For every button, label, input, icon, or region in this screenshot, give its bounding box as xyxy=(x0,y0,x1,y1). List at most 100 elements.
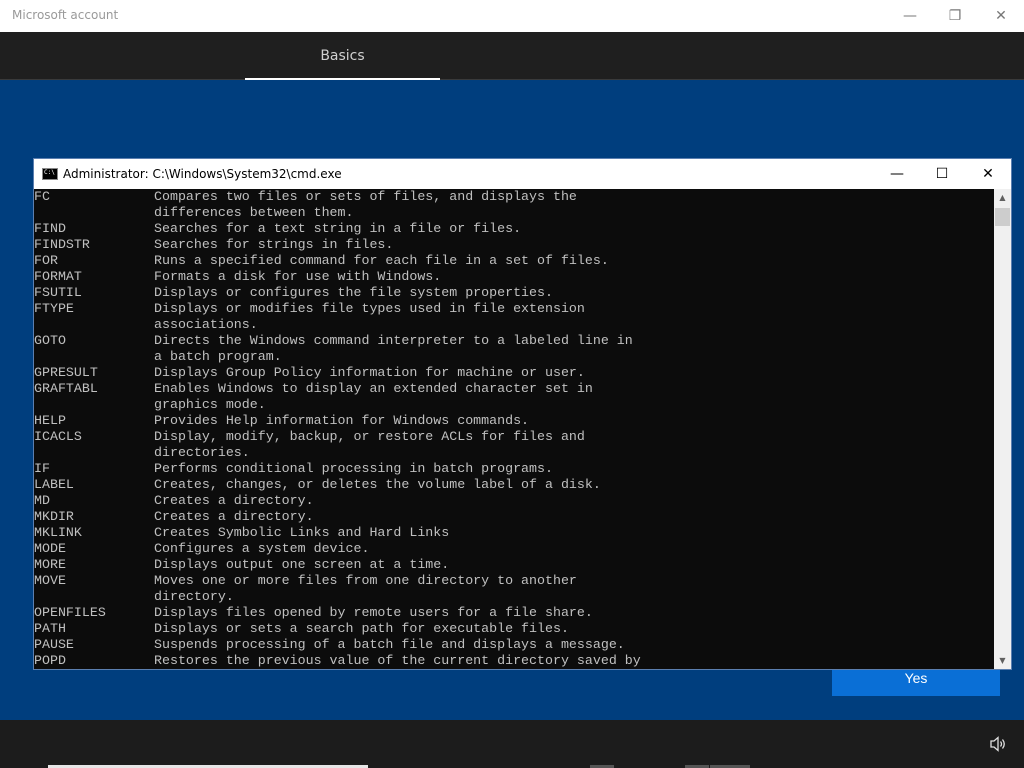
command-description: directories. xyxy=(154,445,250,460)
console-line: MODE Configures a system device. xyxy=(34,541,994,557)
console-line: directories. xyxy=(34,445,994,461)
command-description: Display, modify, backup, or restore ACLs… xyxy=(154,429,585,444)
scroll-thumb[interactable] xyxy=(995,208,1010,226)
command-description: Performs conditional processing in batch… xyxy=(154,461,553,476)
command-name: HELP xyxy=(34,413,66,428)
command-name: PATH xyxy=(34,621,66,636)
cmd-titlebar[interactable]: Administrator: C:\Windows\System32\cmd.e… xyxy=(34,159,1011,189)
tab-basics[interactable]: Basics xyxy=(245,32,440,80)
console-line: FOR Runs a specified command for each fil… xyxy=(34,253,994,269)
minimize-icon: — xyxy=(890,166,904,182)
console-line: GOTO Directs the Windows command interpre… xyxy=(34,333,994,349)
command-description: Restores the previous value of the curre… xyxy=(154,653,641,668)
vertical-scrollbar[interactable]: ▲ ▼ xyxy=(994,189,1011,669)
command-name: FINDSTR xyxy=(34,237,90,252)
command-name: MOVE xyxy=(34,573,66,588)
maximize-icon: ☐ xyxy=(935,166,949,182)
cmd-close-button[interactable]: ✕ xyxy=(965,159,1011,189)
command-name: MKLINK xyxy=(34,525,82,540)
command-description: Creates a directory. xyxy=(154,509,314,524)
command-description: Provides Help information for Windows co… xyxy=(154,413,530,428)
nav-bar: Basics xyxy=(0,32,1024,80)
command-description: a batch program. xyxy=(154,349,282,364)
console-line: MKDIR Creates a directory. xyxy=(34,509,994,525)
console-output[interactable]: FC Compares two files or sets of files, a… xyxy=(34,189,994,669)
console-line: IF Performs conditional processing in bat… xyxy=(34,461,994,477)
cmd-minimize-button[interactable]: — xyxy=(874,159,920,189)
close-button[interactable]: ✕ xyxy=(978,0,1024,32)
app-title: Microsoft account xyxy=(12,8,119,22)
console-line: ICACLS Display, modify, backup, or restor… xyxy=(34,429,994,445)
console-line: HELP Provides Help information for Window… xyxy=(34,413,994,429)
cmd-app-icon xyxy=(42,168,58,180)
console-line: graphics mode. xyxy=(34,397,994,413)
console-line: GRAFTABL Enables Windows to display an ex… xyxy=(34,381,994,397)
command-description: Displays files opened by remote users fo… xyxy=(154,605,593,620)
console-line: FIND Searches for a text string in a file… xyxy=(34,221,994,237)
command-name: MD xyxy=(34,493,50,508)
console-line: PAUSE Suspends processing of a batch file… xyxy=(34,637,994,653)
console-line: FSUTIL Displays or configures the file sy… xyxy=(34,285,994,301)
command-name: FTYPE xyxy=(34,301,74,316)
command-name: OPENFILES xyxy=(34,605,106,620)
restore-icon: ❐ xyxy=(948,8,962,24)
scroll-up-arrow-icon[interactable]: ▲ xyxy=(994,189,1011,206)
tab-active-indicator xyxy=(245,78,440,80)
command-description: Formats a disk for use with Windows. xyxy=(154,269,442,284)
command-description: Moves one or more files from one directo… xyxy=(154,573,577,588)
console-line: POPD Restores the previous value of the c… xyxy=(34,653,994,669)
command-name: FIND xyxy=(34,221,66,236)
command-name: GRAFTABL xyxy=(34,381,98,396)
command-description: Displays output one screen at a time. xyxy=(154,557,450,572)
command-description: Searches for strings in files. xyxy=(154,237,394,252)
command-description: associations. xyxy=(154,317,258,332)
close-icon: ✕ xyxy=(982,166,994,182)
command-name: FORMAT xyxy=(34,269,82,284)
command-name: MKDIR xyxy=(34,509,74,524)
command-name: FOR xyxy=(34,253,58,268)
command-name: GPRESULT xyxy=(34,365,98,380)
cmd-title: Administrator: C:\Windows\System32\cmd.e… xyxy=(63,167,342,181)
cmd-maximize-button[interactable]: ☐ xyxy=(919,159,965,189)
tab-basics-label: Basics xyxy=(320,47,365,64)
command-description: Enables Windows to display an extended c… xyxy=(154,381,593,396)
command-description: graphics mode. xyxy=(154,397,266,412)
console-line: FTYPE Displays or modifies file types use… xyxy=(34,301,994,317)
command-name: LABEL xyxy=(34,477,74,492)
command-description: Suspends processing of a batch file and … xyxy=(154,637,625,652)
command-description: Directs the Windows command interpreter … xyxy=(154,333,633,348)
console-line: directory. xyxy=(34,589,994,605)
console-line: FINDSTR Searches for strings in files. xyxy=(34,237,994,253)
console-line: MD Creates a directory. xyxy=(34,493,994,509)
close-icon: ✕ xyxy=(995,8,1007,24)
command-description: Creates, changes, or deletes the volume … xyxy=(154,477,601,492)
minimize-button[interactable]: — xyxy=(887,0,933,32)
console-line: differences between them. xyxy=(34,205,994,221)
command-description: directory. xyxy=(154,589,234,604)
console-line: GPRESULT Displays Group Policy informatio… xyxy=(34,365,994,381)
command-description: Compares two files or sets of files, and… xyxy=(154,189,577,204)
command-name: GOTO xyxy=(34,333,66,348)
cmd-window[interactable]: Administrator: C:\Windows\System32\cmd.e… xyxy=(33,158,1012,670)
console-line: MOVE Moves one or more files from one dir… xyxy=(34,573,994,589)
command-description: Creates Symbolic Links and Hard Links xyxy=(154,525,450,540)
console-line: FORMAT Formats a disk for use with Window… xyxy=(34,269,994,285)
console-line: PATH Displays or sets a search path for e… xyxy=(34,621,994,637)
scroll-down-arrow-icon[interactable]: ▼ xyxy=(994,652,1011,669)
command-description: differences between them. xyxy=(154,205,354,220)
command-description: Runs a specified command for each file i… xyxy=(154,253,609,268)
console-line: OPENFILES Displays files opened by remote… xyxy=(34,605,994,621)
command-description: Displays or modifies file types used in … xyxy=(154,301,585,316)
command-name: FC xyxy=(34,189,50,204)
command-name: FSUTIL xyxy=(34,285,82,300)
volume-icon[interactable] xyxy=(988,734,1008,754)
minimize-icon: — xyxy=(903,8,917,24)
command-description: Configures a system device. xyxy=(154,541,370,556)
command-description: Displays or configures the file system p… xyxy=(154,285,553,300)
console-line: a batch program. xyxy=(34,349,994,365)
restore-button[interactable]: ❐ xyxy=(932,0,978,32)
command-description: Creates a directory. xyxy=(154,493,314,508)
bottom-bar xyxy=(0,720,1024,768)
command-name: MODE xyxy=(34,541,66,556)
console-line: MORE Displays output one screen at a time… xyxy=(34,557,994,573)
